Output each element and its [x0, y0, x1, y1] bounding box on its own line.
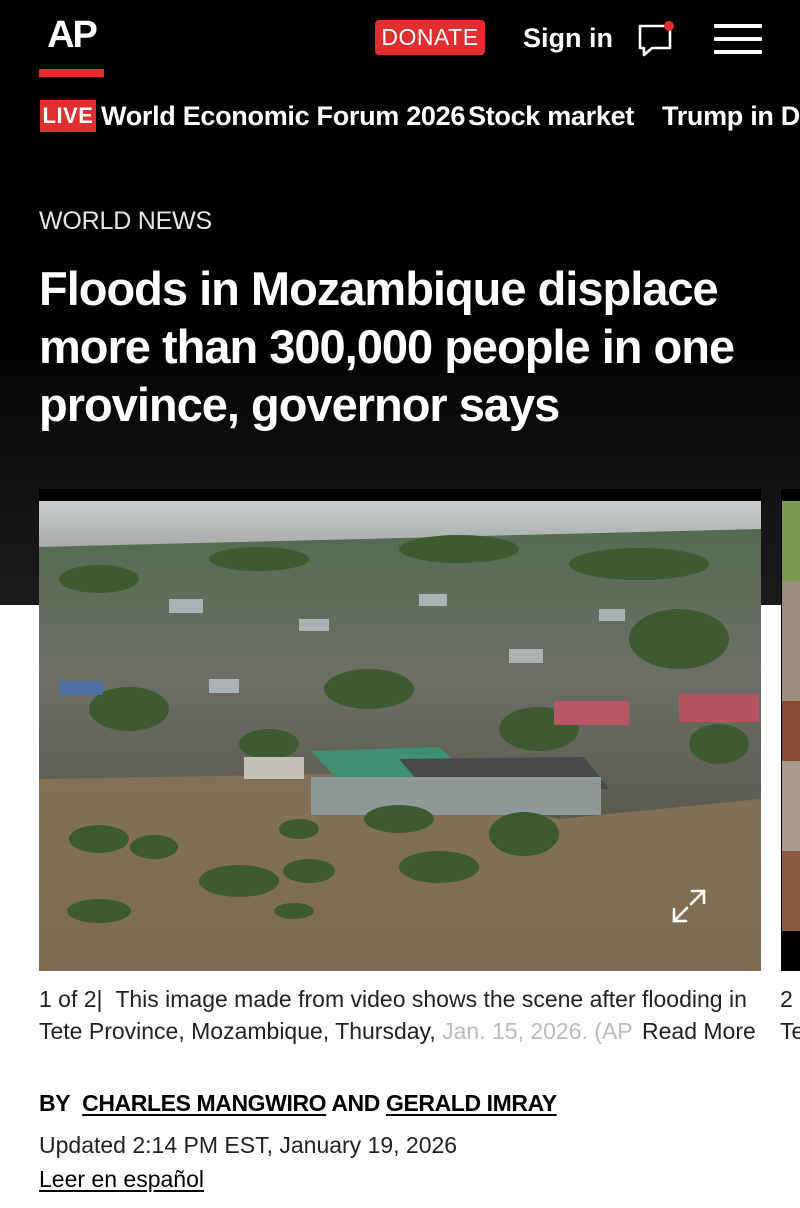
- next-photo-caption: 2 o Te: [780, 983, 800, 1047]
- hamburger-menu-icon[interactable]: [714, 24, 762, 54]
- author-link[interactable]: GERALD IMRAY: [386, 1090, 557, 1116]
- section-label[interactable]: WORLD NEWS: [39, 206, 212, 236]
- site-header: AP DONATE Sign in: [0, 0, 800, 80]
- chat-notification-icon[interactable]: [636, 18, 680, 58]
- caption-separator: |: [96, 986, 116, 1012]
- gallery-photo[interactable]: [39, 489, 761, 971]
- trending-bar: LIVE World Economic Forum 2026 Stock mar…: [0, 96, 800, 138]
- author-link[interactable]: CHARLES MANGWIRO: [82, 1090, 326, 1116]
- updated-timestamp: Updated 2:14 PM EST, January 19, 2026: [39, 1132, 458, 1158]
- expand-icon[interactable]: [670, 887, 708, 925]
- article-headline: Floods in Mozambique displace more than …: [39, 262, 735, 431]
- sign-in-link[interactable]: Sign in: [523, 20, 613, 56]
- live-badge: LIVE: [40, 100, 96, 132]
- trending-item[interactable]: Trump in D: [662, 98, 800, 134]
- byline-prefix: BY: [39, 1090, 71, 1116]
- byline: BY CHARLES MANGWIRO AND GERALD IMRAY: [39, 1087, 557, 1119]
- ap-logo[interactable]: AP: [39, 0, 104, 77]
- read-more-link[interactable]: Read More: [632, 1015, 756, 1047]
- gallery-counter: 1 of 2: [39, 986, 97, 1012]
- donate-button[interactable]: DONATE: [375, 20, 485, 55]
- spanish-version-link[interactable]: Leer en español: [39, 1163, 204, 1195]
- next-caption-text: Te: [780, 1018, 800, 1044]
- byline-conjunction: AND: [331, 1090, 380, 1116]
- next-gallery-counter: 2 o: [780, 986, 800, 1012]
- next-gallery-photo[interactable]: [781, 489, 800, 971]
- trending-item[interactable]: Stock market: [468, 98, 634, 134]
- trending-item[interactable]: World Economic Forum 2026: [101, 98, 465, 134]
